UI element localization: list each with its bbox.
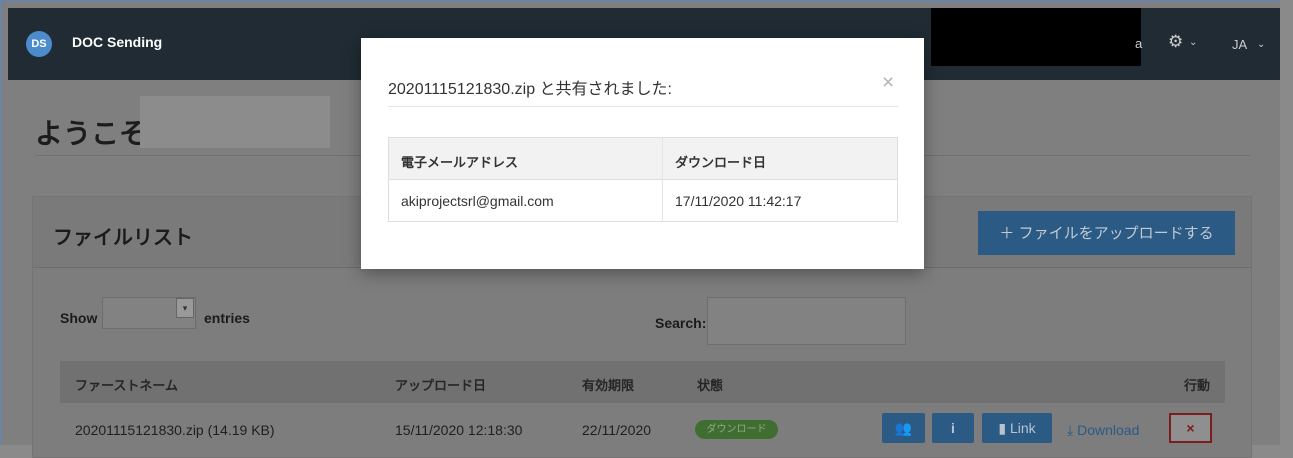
shared-table: 電子メールアドレス ダウンロード日 akiprojectsrl@gmail.co… <box>388 137 898 222</box>
column-header-download-date: ダウンロード日 <box>675 155 767 170</box>
language-menu[interactable]: JA <box>1232 37 1247 52</box>
link-icon: ▮ <box>998 420 1007 436</box>
link-button[interactable]: ▮ Link <box>982 413 1052 443</box>
upload-date: 15/11/2020 12:18:30 <box>395 422 523 438</box>
panel-title: ファイルリスト <box>53 227 193 249</box>
chevron-down-icon[interactable]: ⌄ <box>1189 37 1197 48</box>
shared-with-modal: 20201115121830.zip と共有されました: × 電子メールアドレス… <box>361 38 924 269</box>
upload-file-button[interactable]: ＋ ファイルをアップロードする <box>978 211 1235 255</box>
download-label: Download <box>1077 422 1140 438</box>
delete-button[interactable]: × <box>1169 413 1212 443</box>
download-link[interactable]: ⤓ Download <box>1067 422 1139 439</box>
gear-icon[interactable]: ⚙ <box>1168 32 1183 52</box>
divider <box>388 106 898 107</box>
file-name: 20201115121830.zip (14.19 KB) <box>75 422 275 438</box>
user-name-fragment[interactable]: a <box>1135 36 1142 51</box>
column-divider <box>662 138 663 221</box>
column-header-actions: 行動 <box>1184 378 1211 393</box>
shared-download-date: 17/11/2020 11:42:17 <box>675 193 802 209</box>
modal-title: 20201115121830.zip と共有されました: <box>388 81 672 98</box>
expiry-date: 22/11/2020 <box>582 422 652 438</box>
status-badge: ダウンロード <box>695 420 778 439</box>
column-header-name[interactable]: ファーストネーム <box>75 375 178 394</box>
chevron-down-icon[interactable]: ▾ <box>176 298 194 318</box>
shared-email: akiprojectsrl@gmail.com <box>401 193 554 209</box>
column-header-upload-date[interactable]: アップロード日 <box>395 375 486 394</box>
search-label: Search: <box>655 315 707 331</box>
column-header-status[interactable]: 状態 <box>697 375 723 394</box>
username-placeholder <box>140 96 330 148</box>
download-icon: ⤓ <box>1067 422 1074 438</box>
entries-label: entries <box>204 310 250 326</box>
table-header: ファーストネーム アップロード日 有効期限 状態 行動 <box>60 361 1225 403</box>
column-header-email: 電子メールアドレス <box>401 155 519 170</box>
users-icon[interactable]: 👥 <box>882 413 925 443</box>
column-header-expiry[interactable]: 有効期限 <box>582 375 634 394</box>
shared-table-header: 電子メールアドレス ダウンロード日 <box>389 138 897 180</box>
chevron-down-icon[interactable]: ⌄ <box>1257 39 1265 50</box>
brand-logo[interactable]: DS <box>26 31 52 57</box>
close-icon[interactable]: × <box>882 71 894 95</box>
link-label: Link <box>1009 420 1036 436</box>
info-icon[interactable]: i <box>932 413 974 443</box>
brand-name[interactable]: DOC Sending <box>72 34 162 50</box>
search-input[interactable] <box>707 297 906 345</box>
redacted-area <box>931 8 1141 66</box>
page-title: ようこそ <box>35 118 148 149</box>
show-label: Show <box>60 310 98 326</box>
